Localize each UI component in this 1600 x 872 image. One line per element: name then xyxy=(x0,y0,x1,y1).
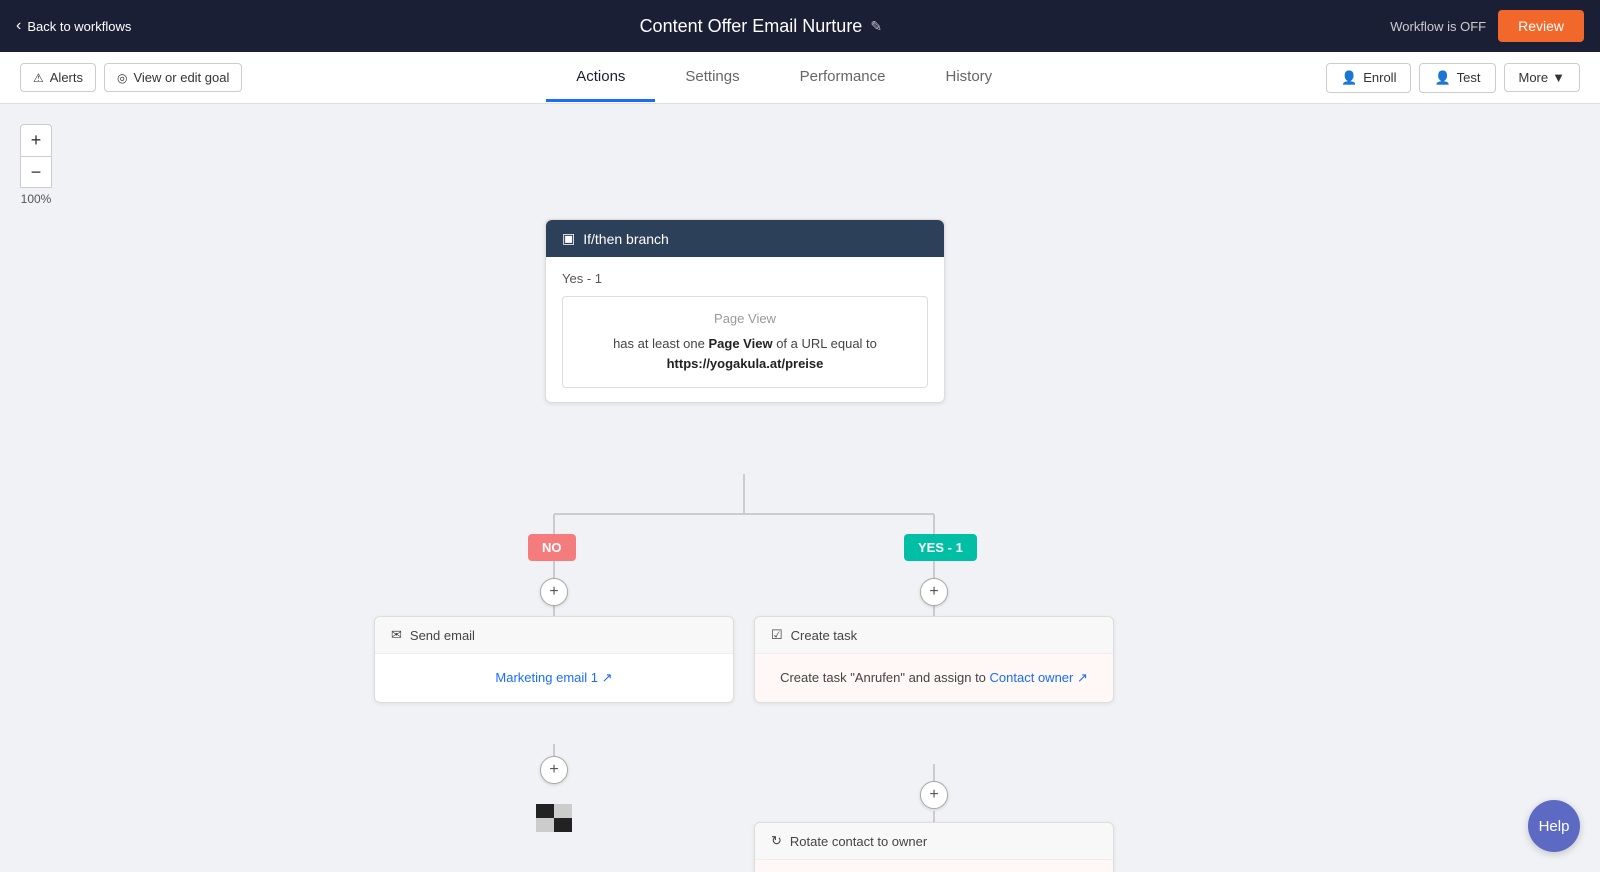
send-email-body: Marketing email 1 ↗ xyxy=(375,654,733,702)
condition-box: Page View has at least one Page View of … xyxy=(562,296,928,388)
zoom-out-button[interactable]: − xyxy=(20,156,52,188)
tab-settings[interactable]: Settings xyxy=(655,54,769,102)
alerts-label: Alerts xyxy=(50,70,83,85)
condition-text: has at least one Page View of a URL equa… xyxy=(577,334,913,373)
top-navigation: ‹ Back to workflows Content Offer Email … xyxy=(0,0,1600,52)
rotate-icon: ↻ xyxy=(771,833,782,849)
rotate-contact-body: Rotate contact between 1 owner xyxy=(755,860,1113,872)
zoom-level: 100% xyxy=(20,192,52,206)
edit-icon[interactable]: ✎ xyxy=(870,18,882,35)
condition-title: Page View xyxy=(577,311,913,326)
workflow-canvas: + − 100% ▣ If/then branch Yes xyxy=(0,104,1600,872)
create-task-header: ☑ Create task xyxy=(755,617,1113,654)
zoom-in-button[interactable]: + xyxy=(20,124,52,156)
if-then-branch-header: ▣ If/then branch xyxy=(546,220,944,257)
tab-performance[interactable]: Performance xyxy=(770,54,916,102)
more-label: More xyxy=(1519,70,1549,85)
view-goal-label: View or edit goal xyxy=(133,70,229,85)
enroll-icon: 👤 xyxy=(1341,70,1357,86)
rotate-contact-header: ↻ Rotate contact to owner xyxy=(755,823,1113,860)
more-button[interactable]: More ▼ xyxy=(1504,63,1581,92)
external-link-icon: ↗ xyxy=(602,670,613,685)
enroll-button[interactable]: 👤 Enroll xyxy=(1326,63,1411,93)
create-task-title: Create task xyxy=(791,628,857,643)
no-badge: NO xyxy=(528,534,576,561)
toolbar-right: 👤 Enroll 👤 Test More ▼ xyxy=(1326,63,1580,93)
add-button-below-create-task[interactable]: + xyxy=(920,781,948,809)
condition-bold: Page View xyxy=(709,336,773,351)
test-button[interactable]: 👤 Test xyxy=(1419,63,1495,93)
marketing-email-link[interactable]: Marketing email 1 ↗ xyxy=(495,670,612,685)
send-email-icon: ✉ xyxy=(391,627,402,643)
more-chevron-icon: ▼ xyxy=(1552,70,1565,85)
rotate-contact-title: Rotate contact to owner xyxy=(790,834,927,849)
zoom-controls: + − 100% xyxy=(20,124,52,206)
rotate-contact-card[interactable]: ↻ Rotate contact to owner Rotate contact… xyxy=(754,822,1114,872)
if-then-branch-body: Yes - 1 Page View has at least one Page … xyxy=(546,257,944,402)
view-goal-button[interactable]: ◎ View or edit goal xyxy=(104,63,242,92)
enroll-label: Enroll xyxy=(1363,70,1396,85)
test-icon: 👤 xyxy=(1434,70,1450,86)
create-task-card[interactable]: ☑ Create task Create task "Anrufen" and … xyxy=(754,616,1114,703)
contact-owner-link[interactable]: Contact owner ↗ xyxy=(990,670,1088,685)
contact-owner-external-icon: ↗ xyxy=(1077,670,1088,685)
alerts-icon: ⚠ xyxy=(33,71,44,85)
branch-title: If/then branch xyxy=(583,231,669,247)
yes-badge: YES - 1 xyxy=(904,534,977,561)
toolbar-left: ⚠ Alerts ◎ View or edit goal xyxy=(20,63,242,92)
condition-mid: of a URL equal to xyxy=(776,336,877,351)
tab-history[interactable]: History xyxy=(916,54,1023,102)
test-label: Test xyxy=(1457,70,1481,85)
review-button[interactable]: Review xyxy=(1498,10,1584,42)
back-to-workflows-link[interactable]: ‹ Back to workflows xyxy=(16,17,131,35)
alerts-button[interactable]: ⚠ Alerts xyxy=(20,63,96,92)
end-flag xyxy=(536,804,572,832)
create-task-text-before: Create task xyxy=(780,670,850,685)
workflow-status: Workflow is OFF xyxy=(1390,19,1486,34)
yes-label: Yes - 1 xyxy=(562,271,928,286)
toolbar: ⚠ Alerts ◎ View or edit goal Actions Set… xyxy=(0,52,1600,104)
workflow-title: Content Offer Email Nurture ✎ xyxy=(131,16,1390,37)
task-name: "Anrufen" xyxy=(850,670,905,685)
create-task-body: Create task "Anrufen" and assign to Cont… xyxy=(755,654,1113,702)
condition-text-before: has at least one xyxy=(613,336,705,351)
create-task-icon: ☑ xyxy=(771,627,783,643)
toolbar-tabs: Actions Settings Performance History xyxy=(242,54,1326,102)
nav-right: Workflow is OFF Review xyxy=(1390,10,1584,42)
tab-actions[interactable]: Actions xyxy=(546,54,655,102)
send-email-card[interactable]: ✉ Send email Marketing email 1 ↗ xyxy=(374,616,734,703)
help-button[interactable]: Help xyxy=(1528,800,1580,852)
back-arrow-icon: ‹ xyxy=(16,17,21,35)
condition-url: https://yogakula.at/preise xyxy=(667,356,824,371)
add-button-yes[interactable]: + xyxy=(920,578,948,606)
send-email-title: Send email xyxy=(410,628,475,643)
create-task-text-mid: and assign to xyxy=(909,670,990,685)
send-email-header: ✉ Send email xyxy=(375,617,733,654)
add-button-no[interactable]: + xyxy=(540,578,568,606)
branch-icon: ▣ xyxy=(562,230,575,247)
back-link-label: Back to workflows xyxy=(27,19,131,34)
add-button-below-send-email[interactable]: + xyxy=(540,756,568,784)
workflow-title-text: Content Offer Email Nurture xyxy=(640,16,863,37)
if-then-branch-card[interactable]: ▣ If/then branch Yes - 1 Page View has a… xyxy=(545,219,945,403)
goal-icon: ◎ xyxy=(117,71,127,85)
